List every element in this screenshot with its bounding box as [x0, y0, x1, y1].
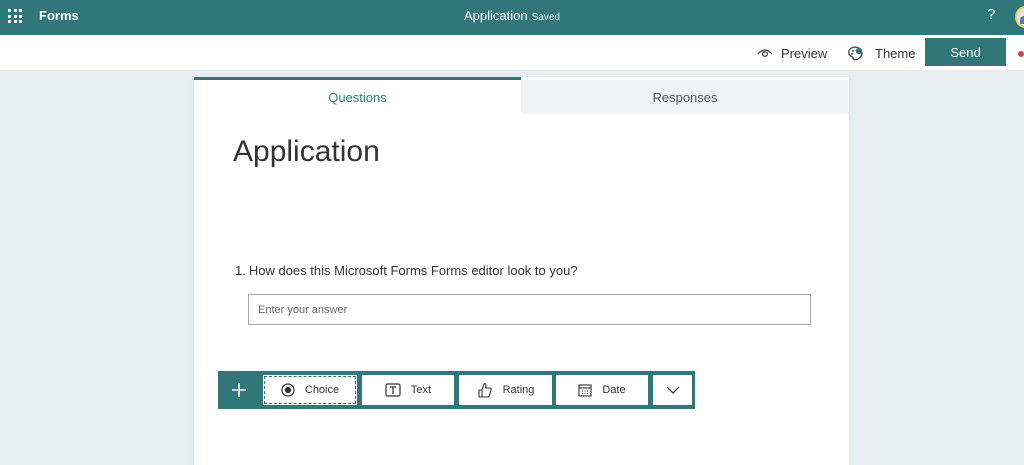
notification-dot	[1018, 51, 1024, 57]
radio-icon	[281, 383, 295, 397]
tab-responses[interactable]: Responses	[521, 80, 849, 114]
chevron-down-icon	[666, 386, 679, 394]
avatar[interactable]	[1015, 6, 1024, 28]
thumb-icon	[478, 383, 492, 398]
theme-label: Theme	[875, 45, 916, 61]
document-title-text: Application	[464, 8, 528, 23]
saved-status: Saved	[531, 12, 560, 23]
add-question-toolbar: Choice Text Rating Date	[218, 371, 695, 409]
help-icon[interactable]: ?	[987, 6, 995, 23]
command-bar: Preview Theme Send	[0, 35, 1024, 71]
palette-icon	[848, 46, 863, 61]
form-title[interactable]: Application	[233, 135, 380, 169]
text-box-icon	[385, 383, 401, 397]
text-button[interactable]: Text	[362, 375, 454, 405]
tab-bar: Questions Responses	[194, 77, 849, 114]
text-label: Text	[410, 384, 432, 396]
choice-button[interactable]: Choice	[263, 375, 357, 405]
theme-button[interactable]: Theme	[847, 35, 915, 71]
add-question-button[interactable]	[218, 371, 259, 409]
more-types-button[interactable]	[653, 375, 692, 405]
rating-button[interactable]: Rating	[459, 375, 552, 405]
question-1[interactable]: 1. How does this Microsoft Forms Forms ed…	[235, 263, 578, 278]
eye-icon	[757, 49, 773, 57]
preview-button[interactable]: Preview	[757, 35, 827, 71]
date-label: Date	[602, 384, 626, 396]
tab-questions[interactable]: Questions	[194, 77, 521, 114]
date-button[interactable]: Date	[556, 375, 648, 405]
plus-icon	[231, 383, 246, 397]
calendar-icon	[578, 384, 592, 397]
top-bar: Forms Application Saved ?	[0, 0, 1024, 35]
question-number: 1.	[235, 263, 246, 278]
choice-label: Choice	[304, 384, 340, 396]
document-title: Application Saved	[0, 8, 1024, 23]
answer-input[interactable]	[248, 294, 811, 325]
question-text: How does this Microsoft Forms Forms edit…	[248, 263, 578, 278]
send-button[interactable]: Send	[925, 38, 1006, 66]
preview-label: Preview	[781, 45, 828, 61]
rating-label: Rating	[502, 384, 535, 396]
